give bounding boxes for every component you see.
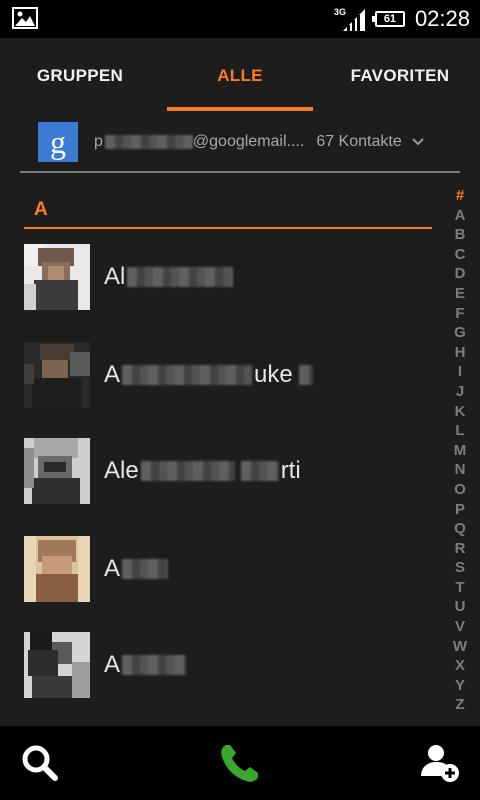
account-email-suffix: @googlemail.... (192, 133, 305, 150)
redacted-text (127, 267, 234, 287)
contact-name: A uke (104, 361, 313, 389)
redacted-text (104, 134, 193, 149)
contact-name-start: A (104, 555, 121, 582)
chevron-down-icon (412, 138, 424, 146)
tab-label: FAVORITEN (350, 65, 450, 85)
index-letter[interactable]: F (455, 304, 464, 324)
alphabet-index[interactable]: # A B C D E F G H I J K L M N O P Q R S T U V W X Y Z (448, 186, 472, 715)
battery-level: 61 (383, 13, 397, 25)
index-letter[interactable]: B (455, 225, 466, 245)
tab-label: GRUPPEN (36, 65, 124, 85)
index-letter[interactable]: O (454, 480, 466, 500)
redacted-text (240, 461, 279, 481)
section-header: A (24, 195, 432, 229)
contact-list: Al A uke Ale rti A A (0, 236, 440, 726)
section-letter: A (34, 199, 48, 220)
contact-name-end: uke (254, 361, 293, 388)
tab-gruppen[interactable]: GRUPPEN (0, 38, 160, 113)
index-letter[interactable]: Q (454, 519, 466, 539)
add-contact-icon (421, 745, 459, 782)
redacted-text (122, 559, 169, 579)
account-selector[interactable]: g p @googlemail.... 67 Kontakte (20, 113, 460, 173)
index-letter[interactable]: J (456, 382, 464, 402)
google-logo-letter: g (50, 123, 66, 160)
tab-favoriten[interactable]: FAVORITEN (320, 38, 480, 113)
tab-bar: GRUPPEN ALLE FAVORITEN (0, 38, 480, 113)
index-letter[interactable]: L (455, 421, 464, 441)
search-icon (22, 745, 58, 781)
tab-alle[interactable]: ALLE (160, 38, 320, 113)
google-logo-icon: g (38, 122, 78, 162)
avatar (24, 632, 90, 698)
index-letter[interactable]: N (455, 460, 466, 480)
index-letter[interactable]: T (455, 578, 464, 598)
contacts-screen: 3G 61 02:28 GRUPPEN ALLE FAVORITEN g p @… (0, 0, 480, 800)
index-letter[interactable]: I (458, 362, 462, 382)
list-item[interactable]: A (24, 632, 432, 698)
status-bar: 3G 61 02:28 (0, 0, 480, 38)
search-button[interactable] (0, 726, 80, 800)
clock: 02:28 (414, 6, 470, 31)
index-letter[interactable]: Z (455, 695, 464, 715)
index-letter[interactable]: C (455, 245, 466, 265)
list-item[interactable]: Ale rti (24, 438, 432, 504)
avatar (24, 536, 90, 602)
index-letter[interactable]: D (455, 264, 466, 284)
list-item[interactable]: A uke (24, 342, 432, 408)
image-icon (12, 7, 38, 29)
contact-name: Al (104, 263, 234, 291)
index-letter[interactable]: H (455, 343, 466, 363)
index-letter[interactable]: P (455, 500, 465, 520)
redacted-text (140, 461, 235, 481)
contact-name-start: A (104, 651, 121, 678)
index-letter[interactable]: V (455, 617, 465, 637)
index-letter[interactable]: X (455, 656, 465, 676)
contact-name-start: A (104, 361, 121, 388)
contact-name-start: Al (104, 263, 126, 290)
index-letter[interactable]: Y (455, 676, 465, 696)
bottom-action-bar (0, 726, 480, 800)
tab-label: ALLE (217, 65, 263, 85)
account-email-prefix: p (94, 133, 103, 150)
phone-icon (221, 745, 258, 782)
redacted-text (298, 365, 313, 385)
index-letter[interactable]: W (453, 637, 467, 657)
avatar (24, 438, 90, 504)
account-email: p @googlemail.... (94, 133, 304, 151)
add-contact-button[interactable] (400, 726, 480, 800)
redacted-text (122, 655, 187, 675)
battery-icon: 61 (371, 11, 405, 27)
contact-name: Ale rti (104, 457, 301, 485)
index-letter[interactable]: # (456, 186, 464, 206)
index-letter[interactable]: A (455, 206, 466, 226)
index-letter[interactable]: G (454, 323, 466, 343)
list-item[interactable]: Al (24, 244, 432, 310)
call-button[interactable] (200, 726, 280, 800)
index-letter[interactable]: K (455, 402, 466, 422)
contact-name: A (104, 651, 187, 679)
signal-icon: 3G (334, 7, 365, 31)
index-letter[interactable]: S (455, 558, 465, 578)
contact-name-start: Ale (104, 457, 139, 484)
contact-name: A (104, 555, 169, 583)
index-letter[interactable]: U (455, 597, 466, 617)
index-letter[interactable]: E (455, 284, 465, 304)
contact-count: 67 Kontakte (316, 133, 402, 150)
redacted-text (122, 365, 253, 385)
avatar (24, 342, 90, 408)
index-letter[interactable]: R (455, 539, 466, 559)
contact-name-end: rti (280, 457, 301, 484)
list-item[interactable]: A (24, 536, 432, 602)
index-letter[interactable]: M (454, 441, 467, 461)
avatar (24, 244, 90, 310)
